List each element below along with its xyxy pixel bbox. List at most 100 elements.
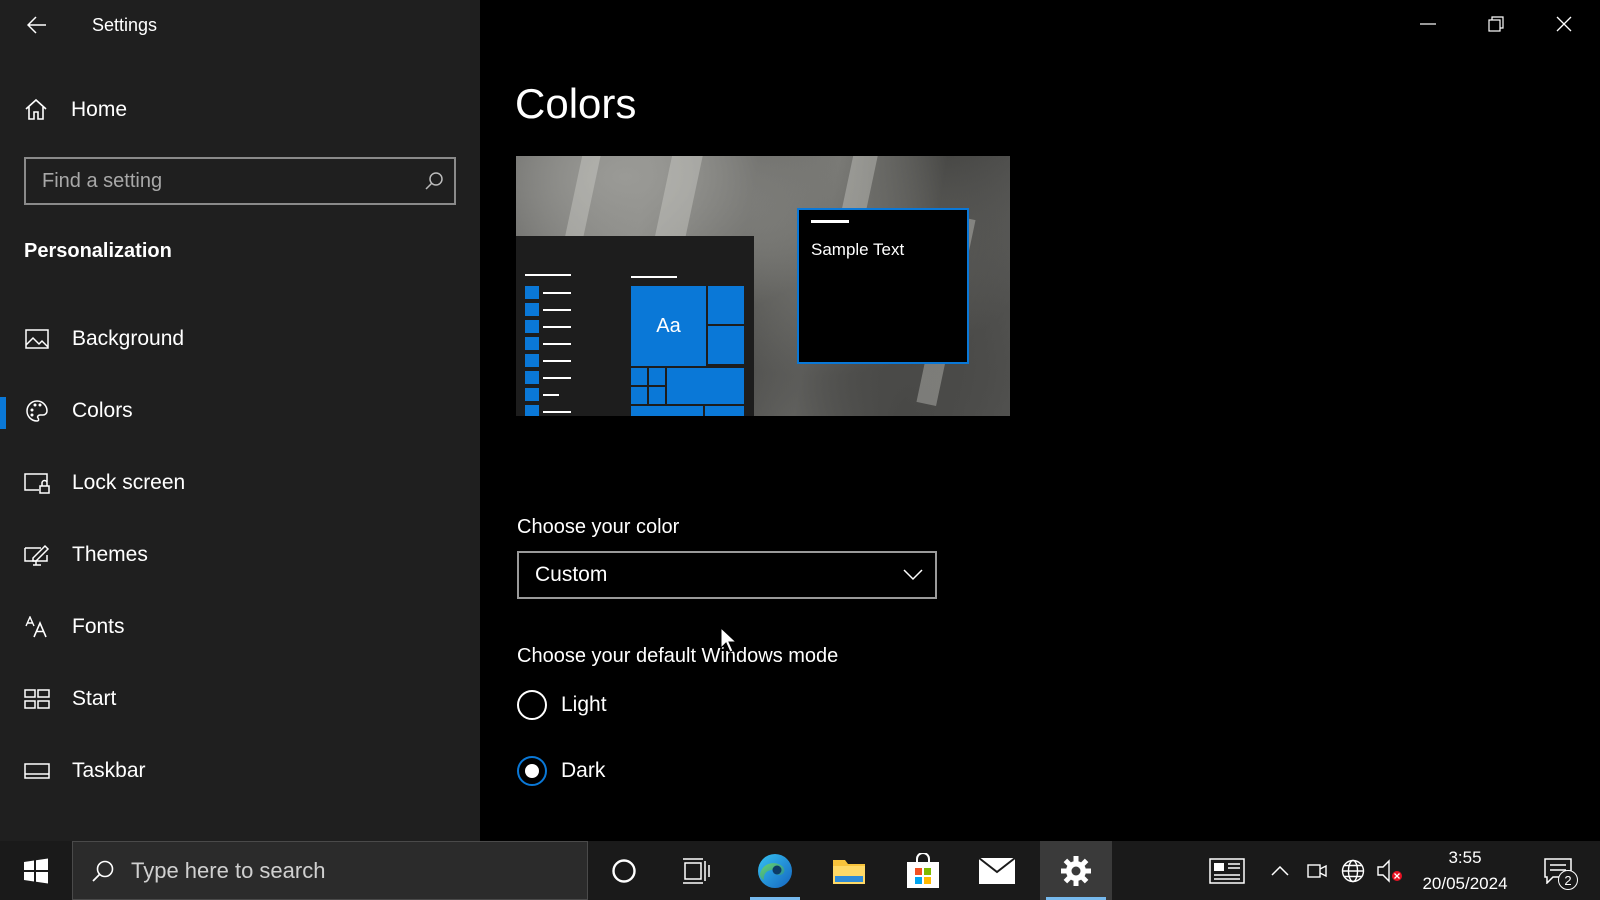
taskbar-search[interactable]: [72, 841, 588, 900]
mouse-pointer-icon: [720, 627, 738, 653]
mode-radio-light[interactable]: Light: [517, 688, 607, 722]
volume-button[interactable]: [1375, 841, 1405, 900]
choose-color-label: Choose your color: [517, 516, 680, 538]
preview-line: [543, 326, 571, 328]
sidebar-item-label: Start: [72, 687, 117, 710]
preview-tile: [708, 326, 744, 364]
color-preview: Aa Sample Text: [516, 156, 1010, 416]
preview-square: [525, 303, 539, 316]
mode-radio-label: Light: [561, 693, 607, 716]
preview-line: [631, 276, 677, 278]
mode-radio-label: Dark: [561, 759, 606, 782]
palette-icon: [24, 398, 50, 424]
action-center-button[interactable]: 2: [1526, 841, 1590, 900]
news-button[interactable]: [1202, 841, 1252, 900]
preview-line: [543, 394, 559, 396]
sidebar-item-label: Colors: [72, 399, 133, 422]
preview-window: Sample Text: [797, 208, 969, 364]
sidebar-item-lock-screen[interactable]: Lock screen: [0, 447, 480, 519]
minimize-button[interactable]: [1394, 0, 1462, 48]
restore-button[interactable]: [1462, 0, 1530, 48]
settings-button[interactable]: [1040, 841, 1112, 900]
mail-icon: [978, 856, 1016, 884]
choose-color-dropdown[interactable]: Custom: [517, 551, 937, 599]
home-link[interactable]: Home: [24, 92, 127, 128]
preview-square: [525, 286, 539, 299]
task-view-icon: [683, 857, 710, 884]
show-hidden-icons-button[interactable]: [1266, 841, 1294, 900]
mail-button[interactable]: [966, 841, 1028, 900]
file-explorer-button[interactable]: [818, 841, 880, 900]
wallpaper-streak: [653, 156, 709, 248]
sidebar-item-taskbar[interactable]: Taskbar: [0, 735, 480, 807]
sidebar-item-themes[interactable]: Themes: [0, 519, 480, 591]
preview-line: [543, 309, 571, 311]
preview-tile: [631, 387, 647, 404]
edge-icon: [758, 853, 792, 888]
meet-now-button[interactable]: [1303, 841, 1331, 900]
choose-color-value: Custom: [535, 563, 608, 586]
preview-tile: [631, 368, 647, 385]
volume-muted-icon: [1377, 858, 1402, 883]
find-setting-input[interactable]: [26, 159, 414, 203]
close-button[interactable]: [1530, 0, 1598, 48]
news-icon: [1209, 857, 1245, 884]
network-button[interactable]: [1338, 841, 1368, 900]
radio-circle[interactable]: [517, 756, 547, 786]
settings-icon: [1061, 855, 1091, 886]
close-icon: [1556, 16, 1572, 32]
store-button[interactable]: [892, 841, 954, 900]
restore-icon: [1488, 16, 1504, 32]
find-setting-search[interactable]: [24, 157, 456, 205]
page-title: Colors: [515, 80, 637, 127]
sidebar-item-label: Taskbar: [72, 759, 146, 782]
mode-radio-dark[interactable]: Dark: [517, 754, 605, 788]
preview-square: [525, 388, 539, 401]
taskbar-search-input[interactable]: [131, 857, 551, 884]
clock-time: 3:55: [1448, 847, 1482, 867]
sidebar-item-label: Background: [72, 327, 185, 350]
preview-window-bar: [811, 220, 849, 223]
back-button[interactable]: [22, 10, 52, 40]
task-view-button[interactable]: [662, 841, 730, 900]
preview-tile: [631, 406, 703, 416]
home-icon: [25, 98, 47, 120]
globe-icon: [1341, 859, 1365, 882]
preview-line: [525, 274, 571, 276]
sidebar-item-label: Themes: [72, 543, 148, 566]
preview-sample-text: Sample Text: [811, 240, 905, 259]
notification-count-badge: 2: [1558, 870, 1578, 890]
preview-line: [543, 377, 571, 379]
section-heading: Personalization: [24, 240, 172, 262]
search-icon[interactable]: [414, 171, 454, 191]
sidebar-item-start[interactable]: Start: [0, 663, 480, 735]
preview-tile: [705, 406, 744, 416]
edge-button[interactable]: [744, 841, 806, 900]
preview-tile: [667, 368, 744, 404]
preview-line: [543, 343, 571, 345]
sidebar-item-background[interactable]: Background: [0, 303, 480, 375]
sidebar-item-fonts[interactable]: Fonts: [0, 591, 480, 663]
sidebar-item-label: Fonts: [72, 615, 125, 638]
back-arrow-icon: [27, 16, 46, 34]
preview-line: [543, 292, 571, 294]
store-icon: [907, 852, 939, 888]
windows-mode-label: Choose your default Windows mode: [517, 645, 839, 667]
radio-circle[interactable]: [517, 690, 547, 720]
search-icon: [92, 860, 114, 882]
start-button[interactable]: [0, 841, 72, 900]
preview-tile: [708, 286, 744, 324]
sidebar: Settings Home Personalization Background…: [0, 0, 480, 841]
preview-tile-aa: Aa: [631, 286, 706, 366]
sidebar-nav: Background Colors Lock screen Themes Fon…: [0, 303, 480, 807]
sidebar-item-colors[interactable]: Colors: [0, 375, 480, 447]
fonts-icon: [24, 614, 50, 640]
cortana-button[interactable]: [590, 841, 658, 900]
chevron-up-icon: [1271, 865, 1289, 876]
camera-icon: [1307, 863, 1327, 878]
chevron-down-icon: [903, 569, 923, 581]
clock[interactable]: 3:55 20/05/2024: [1412, 841, 1518, 900]
preview-square: [525, 320, 539, 333]
taskbar: 3:55 20/05/2024 2: [0, 841, 1600, 900]
preview-square: [525, 371, 539, 384]
